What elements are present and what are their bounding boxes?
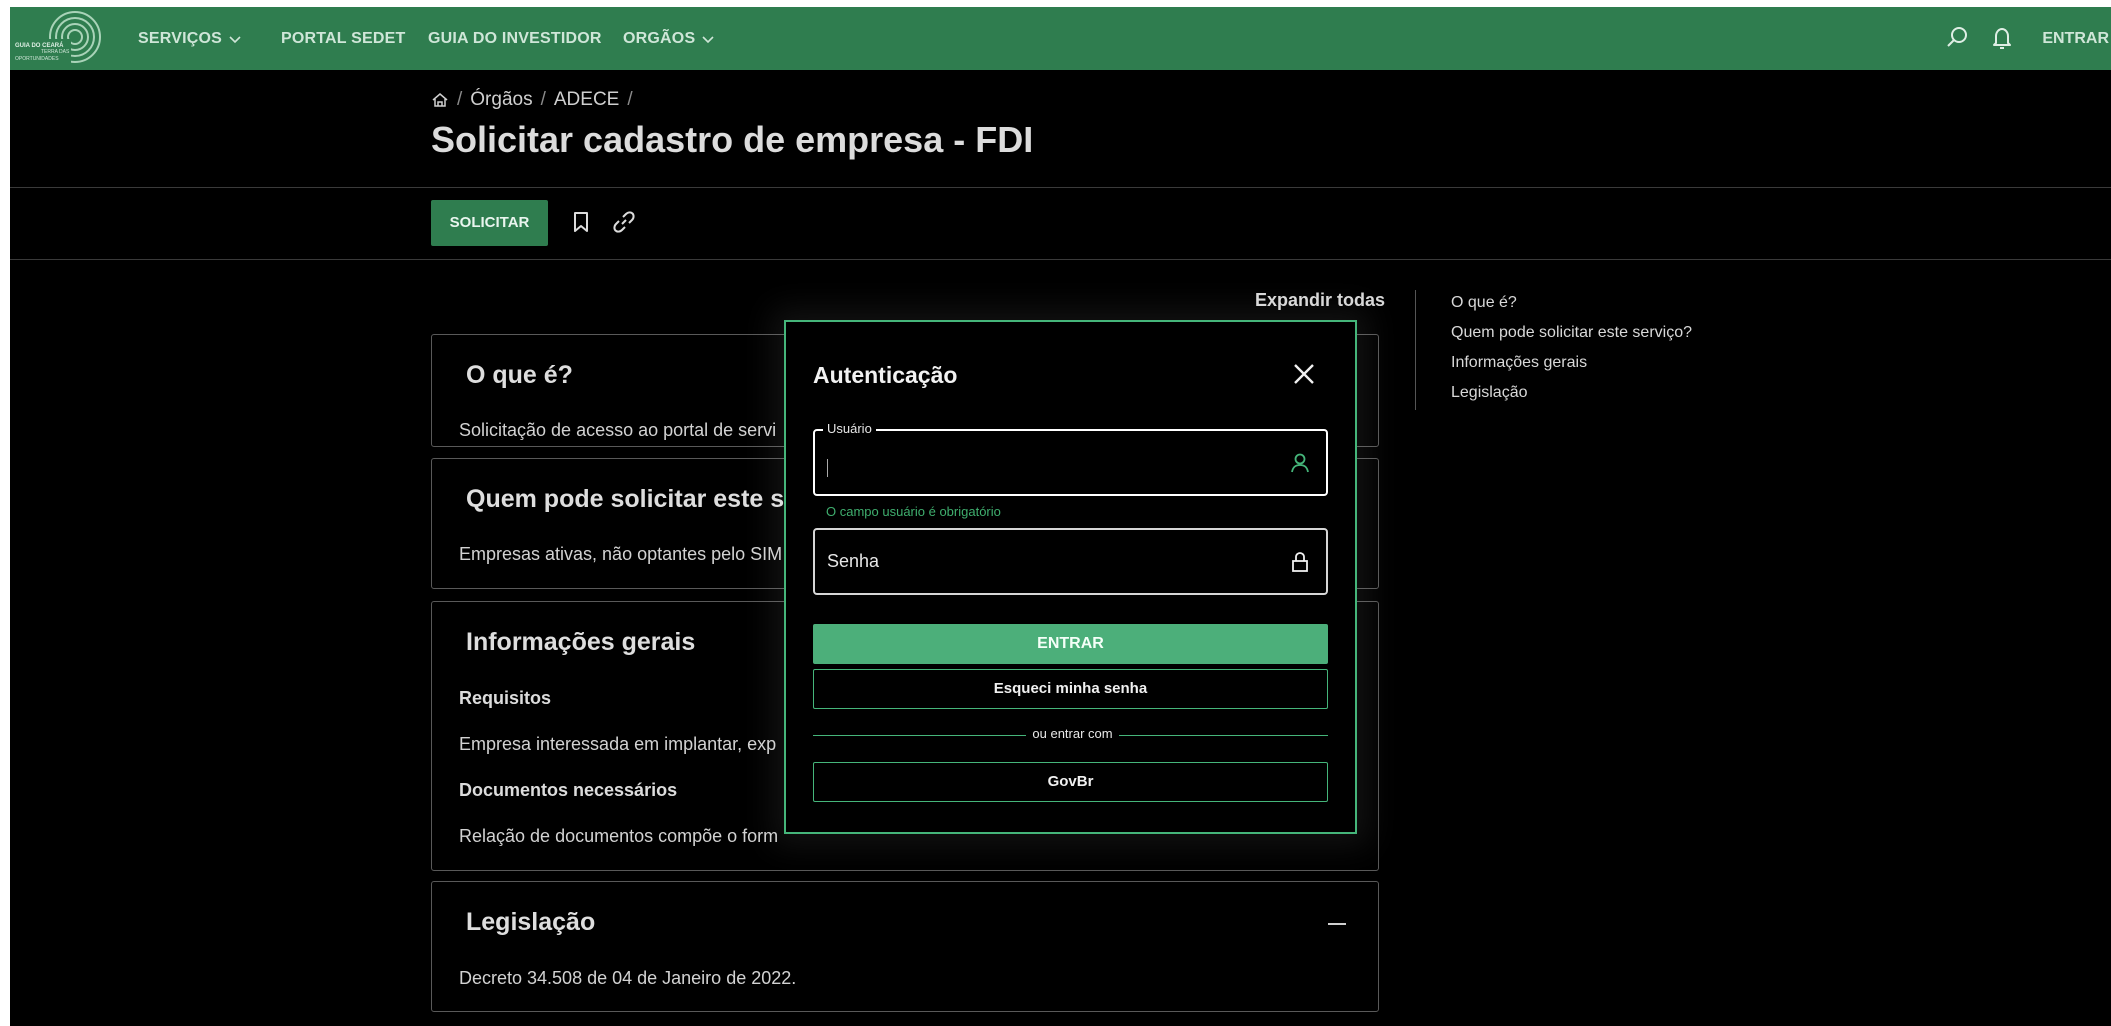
requisitos-text: Empresa interessada em implantar, exp	[459, 734, 777, 754]
senha-placeholder: Senha	[827, 551, 880, 571]
nav-guia-investidor-label: GUIA DO INVESTIDOR	[428, 29, 602, 47]
chevron-down-icon	[229, 35, 241, 43]
side-nav-legislacao[interactable]: Legislação	[1451, 384, 1528, 402]
nav-servicos[interactable]: SERVIÇOS	[138, 7, 242, 70]
side-nav-informacoes[interactable]: Informações gerais	[1451, 354, 1587, 372]
nav-orgaos[interactable]: ORGÃOS	[623, 7, 715, 70]
top-navbar: GUIA DO CEARÁ TERRA DAS OPORTUNIDADES SE…	[10, 7, 2111, 70]
nav-guia-investidor[interactable]: GUIA DO INVESTIDOR	[428, 7, 602, 70]
side-nav-quem-pode[interactable]: Quem pode solicitar este serviço?	[1451, 324, 1692, 342]
solicitar-button[interactable]: SOLICITAR	[431, 200, 548, 246]
link-icon[interactable]	[611, 209, 637, 235]
header-login-button[interactable]: ENTRAR	[2042, 7, 2109, 70]
govbr-button[interactable]: GovBr	[813, 762, 1328, 802]
bell-icon[interactable]	[1988, 24, 2016, 52]
section-title[interactable]: Quem pode solicitar este se	[466, 485, 798, 514]
text-cursor	[827, 459, 828, 477]
documentos-text: Relação de documentos compõe o form	[459, 826, 779, 846]
guia-do-ceara-logo[interactable]: GUIA DO CEARÁ TERRA DAS OPORTUNIDADES	[13, 9, 105, 65]
expand-all-link[interactable]: Expandir todas	[1255, 290, 1385, 311]
search-icon[interactable]	[1944, 24, 1972, 52]
page: GUIA DO CEARÁ TERRA DAS OPORTUNIDADES SE…	[10, 7, 2111, 1026]
nav-portal-sedet[interactable]: PORTAL SEDET	[281, 7, 406, 70]
breadcrumb-separator: /	[540, 89, 546, 110]
modal-title: Autenticação	[813, 362, 958, 388]
side-nav-rule	[1415, 290, 1416, 410]
section-text: Empresas ativas, não optantes pelo SIM	[459, 544, 783, 564]
divider	[10, 259, 2111, 260]
user-icon	[1291, 453, 1309, 473]
chevron-down-icon	[702, 35, 714, 43]
lock-icon	[1292, 552, 1308, 572]
breadcrumb-orgaos[interactable]: Órgãos	[470, 89, 532, 111]
or-divider-text: ou entrar com	[786, 726, 1359, 741]
svg-text:TERRA DAS: TERRA DAS	[41, 49, 70, 55]
divider	[10, 187, 2111, 188]
breadcrumb-adece[interactable]: ADECE	[554, 89, 619, 111]
svg-text:OPORTUNIDADES: OPORTUNIDADES	[15, 56, 59, 62]
documentos-label: Documentos necessários	[459, 780, 678, 800]
section-legislacao: Legislação Decreto 34.508 de 04 de Janei…	[431, 881, 1379, 1012]
auth-modal: Autenticação Usuário O campo usuário é o…	[784, 320, 1357, 834]
nav-portal-sedet-label: PORTAL SEDET	[281, 29, 406, 47]
side-nav-o-que-e[interactable]: O que é?	[1451, 294, 1517, 312]
breadcrumb-separator: /	[457, 89, 463, 110]
forgot-password-button[interactable]: Esqueci minha senha	[813, 669, 1328, 709]
breadcrumb: / Órgãos / ADECE /	[431, 89, 633, 111]
page-title: Solicitar cadastro de empresa - FDI	[431, 119, 1034, 160]
close-icon[interactable]	[1290, 360, 1318, 388]
collapse-icon[interactable]	[1328, 923, 1346, 925]
requisitos-label: Requisitos	[459, 688, 552, 708]
section-text: Decreto 34.508 de 04 de Janeiro de 2022.	[459, 968, 797, 988]
nav-servicos-label: SERVIÇOS	[138, 29, 222, 47]
section-text: Solicitação de acesso ao portal de servi	[459, 420, 777, 440]
bookmark-icon[interactable]	[568, 209, 594, 235]
home-icon[interactable]	[431, 91, 449, 109]
section-title[interactable]: O que é?	[466, 361, 573, 390]
section-title[interactable]: Informações gerais	[466, 628, 695, 657]
svg-text:GUIA DO CEARÁ: GUIA DO CEARÁ	[15, 42, 64, 49]
section-title[interactable]: Legislação	[466, 908, 595, 937]
nav-orgaos-label: ORGÃOS	[623, 29, 696, 47]
or-label: ou entrar com	[1026, 726, 1119, 741]
senha-field[interactable]: Senha	[813, 528, 1328, 595]
breadcrumb-separator: /	[627, 89, 633, 110]
entrar-button[interactable]: ENTRAR	[813, 624, 1328, 664]
usuario-label: Usuário	[823, 421, 876, 436]
usuario-field[interactable]: Usuário	[813, 421, 1328, 496]
usuario-error-message: O campo usuário é obrigatório	[826, 504, 1001, 519]
